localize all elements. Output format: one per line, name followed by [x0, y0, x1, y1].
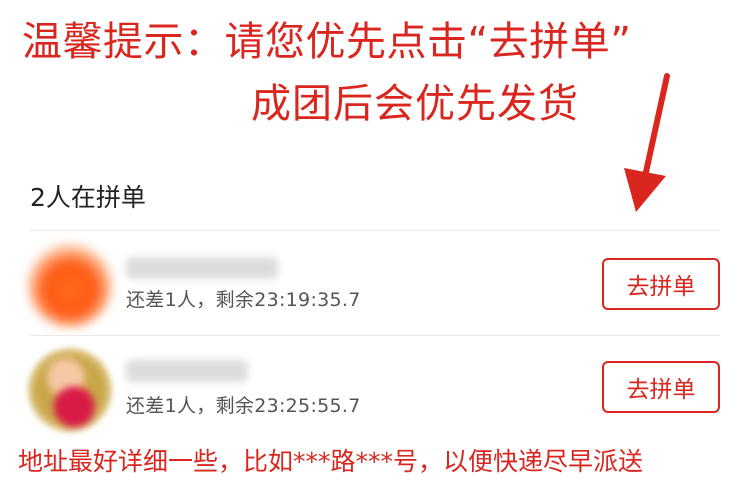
- masked-username: [126, 360, 248, 382]
- notice-line-2: 成团后会优先发货: [251, 81, 579, 127]
- group-row: 还差1人，剩余23:25:55.7 去拼单: [0, 336, 750, 440]
- group-row: 还差1人，剩余23:19:35.7 去拼单: [0, 231, 750, 335]
- masked-username: [126, 257, 278, 279]
- join-group-button[interactable]: 去拼单: [602, 361, 720, 413]
- footer-note: 地址最好详细一些，比如***路***号，以便快递尽早派送: [18, 447, 644, 476]
- avatar: [28, 348, 112, 432]
- arrow-down-icon: [624, 73, 670, 212]
- section-title: 2人在拼单: [30, 183, 146, 212]
- notice-line-1: 温馨提示：请您优先点击“去拼单”: [22, 19, 632, 65]
- avatar: [28, 243, 112, 327]
- group-status: 还差1人，剩余23:19:35.7: [126, 289, 361, 311]
- group-status: 还差1人，剩余23:25:55.7: [126, 395, 361, 417]
- join-group-button[interactable]: 去拼单: [602, 258, 720, 310]
